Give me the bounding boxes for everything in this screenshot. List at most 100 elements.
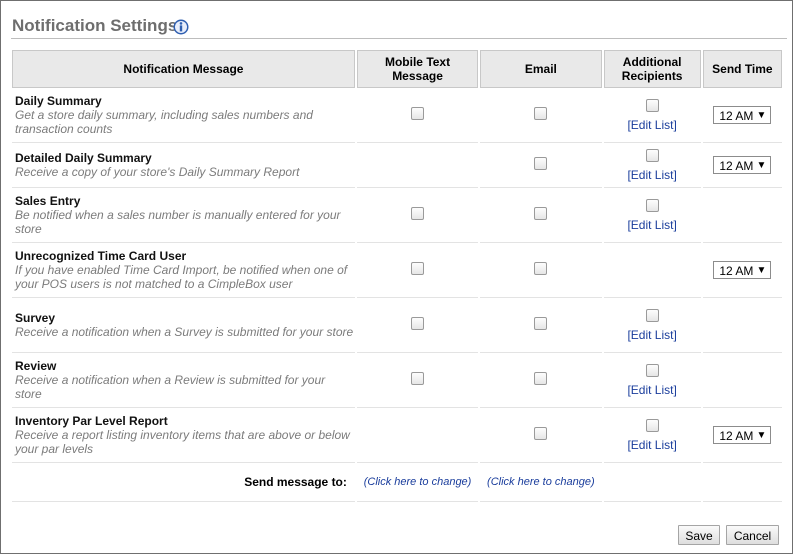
email-checkbox[interactable] (534, 207, 548, 220)
recipients-cell: [Edit List] (603, 188, 701, 243)
send-time-cell: 12 AM ▼ (702, 408, 782, 463)
empty-cell (702, 463, 782, 502)
email-checkbox[interactable] (534, 157, 548, 170)
message-cell: Survey Receive a notification when a Surv… (12, 298, 355, 353)
email-cell (480, 188, 602, 243)
email-cell (480, 243, 602, 298)
email-checkbox[interactable] (534, 262, 548, 275)
notification-title: Sales Entry (15, 194, 81, 208)
notification-row: Inventory Par Level Report Receive a repo… (12, 408, 782, 463)
recipients-cell: [Edit List] (603, 143, 701, 188)
email-checkbox[interactable] (534, 107, 548, 120)
notification-row: Survey Receive a notification when a Surv… (12, 298, 782, 353)
mobile-text-checkbox[interactable] (411, 207, 425, 220)
email-cell (480, 353, 602, 408)
mobile-text-checkbox[interactable] (411, 317, 425, 330)
mobile-text-checkbox[interactable] (411, 262, 425, 275)
header-send-time: Send Time (702, 50, 782, 88)
save-button[interactable]: Save (678, 525, 720, 545)
dropdown-arrow-icon: ▼ (756, 265, 767, 276)
mobile-text-cell (356, 88, 479, 143)
notification-table: Notification Message Mobile Text Message… (10, 50, 784, 502)
notification-title: Unrecognized Time Card User (15, 249, 187, 263)
header-additional-recipients: Additional Recipients (603, 50, 701, 88)
notification-title: Detailed Daily Summary (15, 151, 152, 165)
send-time-select[interactable]: 12 AM ▼ (713, 156, 772, 174)
email-cell (480, 88, 602, 143)
email-cell (480, 408, 602, 463)
send-time-select[interactable]: 12 AM ▼ (713, 106, 772, 124)
recipients-checkbox[interactable] (645, 308, 659, 322)
empty-cell (603, 463, 701, 502)
message-cell: Detailed Daily Summary Receive a copy of … (12, 143, 355, 188)
notification-title: Inventory Par Level Report (15, 414, 168, 428)
mobile-text-checkbox[interactable] (411, 107, 425, 120)
message-cell: Daily Summary Get a store daily summary, … (12, 88, 355, 143)
notification-row: Review Receive a notification when a Revi… (12, 353, 782, 408)
send-time-value: 12 AM (719, 109, 754, 123)
edit-list-link[interactable]: [Edit List] (604, 218, 701, 232)
dropdown-arrow-icon: ▼ (756, 110, 767, 121)
send-time-cell: 12 AM ▼ (702, 243, 782, 298)
notification-title: Review (15, 359, 57, 373)
send-time-value: 12 AM (719, 159, 754, 173)
header-email: Email (480, 50, 602, 88)
recipients-cell: [Edit List] (603, 408, 701, 463)
notification-row: Unrecognized Time Card User If you have e… (12, 243, 782, 298)
page-title: Notification Settings (12, 16, 178, 35)
recipients-checkbox[interactable] (645, 198, 659, 212)
message-cell: Unrecognized Time Card User If you have e… (12, 243, 355, 298)
notification-description: If you have enabled Time Card Import, be… (15, 263, 348, 291)
mobile-text-cell (356, 143, 479, 188)
send-time-cell (702, 298, 782, 353)
mobile-text-cell (356, 188, 479, 243)
mobile-text-checkbox[interactable] (411, 372, 425, 385)
send-time-cell (702, 353, 782, 408)
email-checkbox[interactable] (534, 317, 548, 330)
notification-title: Survey (15, 311, 56, 325)
edit-list-link[interactable]: [Edit List] (604, 328, 701, 342)
recipients-checkbox[interactable] (645, 418, 659, 432)
recipients-checkbox[interactable] (645, 98, 659, 112)
mobile-change-link[interactable]: (Click here to change) (356, 463, 479, 502)
info-icon[interactable] (173, 19, 189, 35)
recipients-checkbox[interactable] (645, 148, 659, 162)
mobile-text-cell (356, 408, 479, 463)
send-to-label: Send message to: (12, 463, 355, 502)
header-mobile-text: Mobile Text Message (356, 50, 479, 88)
send-time-cell: 12 AM ▼ (702, 88, 782, 143)
email-checkbox[interactable] (534, 427, 548, 440)
edit-list-link[interactable]: [Edit List] (604, 383, 701, 397)
notification-row: Daily Summary Get a store daily summary, … (12, 88, 782, 143)
mobile-text-cell (356, 298, 479, 353)
edit-list-link[interactable]: [Edit List] (604, 438, 701, 452)
recipients-checkbox[interactable] (645, 363, 659, 377)
notification-row: Sales Entry Be notified when a sales numb… (12, 188, 782, 243)
cancel-button[interactable]: Cancel (726, 525, 779, 545)
message-cell: Sales Entry Be notified when a sales numb… (12, 188, 355, 243)
email-change-link[interactable]: (Click here to change) (480, 463, 602, 502)
mobile-text-cell (356, 353, 479, 408)
notification-description: Receive a notification when a Review is … (15, 373, 326, 401)
message-cell: Review Receive a notification when a Revi… (12, 353, 355, 408)
recipients-cell: [Edit List] (603, 298, 701, 353)
edit-list-link[interactable]: [Edit List] (604, 168, 701, 182)
mobile-text-cell (356, 243, 479, 298)
notification-row: Detailed Daily Summary Receive a copy of … (12, 143, 782, 188)
send-time-select[interactable]: 12 AM ▼ (713, 426, 772, 444)
edit-list-link[interactable]: [Edit List] (604, 118, 701, 132)
email-checkbox[interactable] (534, 372, 548, 385)
send-time-select[interactable]: 12 AM ▼ (713, 261, 772, 279)
notification-description: Get a store daily summary, including sal… (15, 108, 313, 136)
recipients-cell (603, 243, 701, 298)
title-bar: Notification Settings (11, 14, 787, 39)
notification-description: Be notified when a sales number is manua… (15, 208, 341, 236)
notification-description: Receive a report listing inventory items… (15, 428, 350, 456)
dropdown-arrow-icon: ▼ (756, 430, 767, 441)
notification-description: Receive a copy of your store's Daily Sum… (15, 165, 300, 179)
send-to-row: Send message to: (Click here to change) … (12, 463, 782, 502)
notification-description: Receive a notification when a Survey is … (15, 325, 354, 339)
notification-title: Daily Summary (15, 94, 102, 108)
message-cell: Inventory Par Level Report Receive a repo… (12, 408, 355, 463)
email-cell (480, 143, 602, 188)
